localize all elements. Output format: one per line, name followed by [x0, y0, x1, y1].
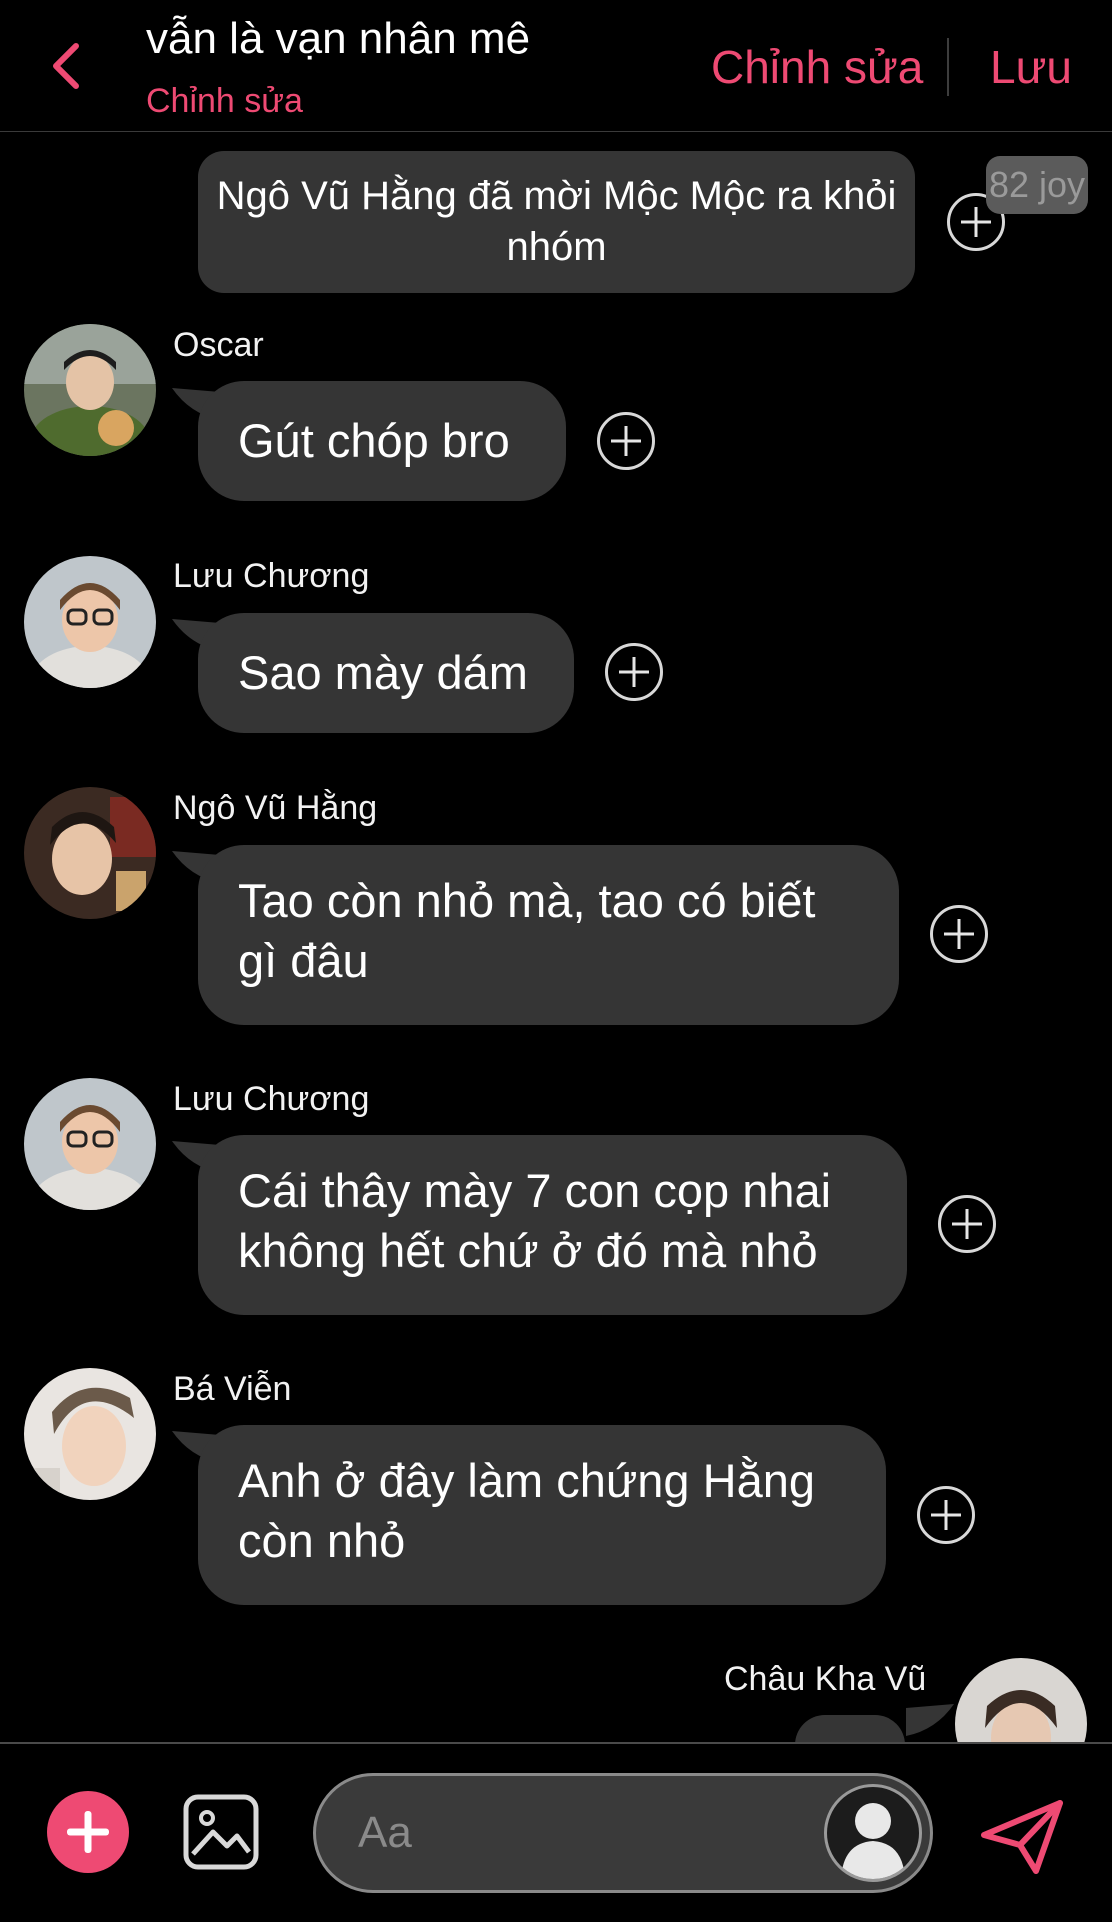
plus-circle-icon[interactable]: [930, 905, 988, 963]
avatar[interactable]: [24, 1078, 156, 1210]
message-input[interactable]: Aa: [313, 1773, 933, 1893]
message-bubble[interactable]: Anh ở đây làm chứng Hằng còn nhỏ: [198, 1425, 886, 1605]
status-badge: 82 joy: [986, 156, 1088, 214]
message-text-line: gì đâu: [238, 934, 369, 987]
add-icon[interactable]: [47, 1791, 129, 1873]
avatar[interactable]: [24, 556, 156, 688]
message-sender: Lưu Chương: [173, 557, 370, 595]
message-sender: Lưu Chương: [173, 1080, 370, 1118]
message-bubble[interactable]: Tao còn nhỏ mà, tao có biết gì đâu: [198, 845, 899, 1025]
message-placeholder: Aa: [358, 1808, 412, 1857]
back-chevron-icon[interactable]: [46, 40, 86, 92]
message-text-line: còn nhỏ: [238, 1514, 406, 1567]
avatar[interactable]: [24, 324, 156, 456]
person-icon[interactable]: [824, 1784, 922, 1882]
image-icon[interactable]: [183, 1794, 259, 1870]
avatar[interactable]: [24, 787, 156, 919]
message-text-line: Anh ở đây làm chứng Hằng: [238, 1454, 815, 1507]
composer-bar: Aa: [0, 1742, 1112, 1922]
system-message-bubble: Ngô Vũ Hằng đã mời Mộc Mộc ra khỏi nhóm: [198, 151, 915, 293]
message-sender: Bá Viễn: [173, 1370, 292, 1408]
plus-circle-icon[interactable]: [605, 643, 663, 701]
plus-circle-icon[interactable]: [597, 412, 655, 470]
avatar[interactable]: [24, 1368, 156, 1500]
message-sender: Châu Kha Vũ: [724, 1660, 927, 1698]
message-text-line: không hết chứ ở đó mà nhỏ: [238, 1224, 818, 1277]
message-text-line: Cái thây mày 7 con cọp nhai: [238, 1164, 832, 1217]
save-button[interactable]: Lưu: [990, 40, 1072, 94]
bubble-tail: [906, 1704, 954, 1736]
message-sender: Oscar: [173, 326, 264, 364]
message-text: Sao mày dám: [238, 646, 528, 699]
plus-circle-icon[interactable]: [938, 1195, 996, 1253]
message-sender: Ngô Vũ Hằng: [173, 789, 378, 827]
plus-circle-icon[interactable]: [917, 1486, 975, 1544]
system-message-text: Ngô Vũ Hằng đã mời Mộc Mộc ra khỏi nhóm: [216, 174, 897, 269]
message-text-line: Tao còn nhỏ mà, tao có biết: [238, 874, 816, 927]
chat-subtitle[interactable]: Chỉnh sửa: [146, 82, 303, 121]
chat-title[interactable]: vẫn là vạn nhân mê: [146, 14, 530, 64]
message-bubble[interactable]: Sao mày dám: [198, 613, 574, 733]
chat-header: vẫn là vạn nhân mê Chỉnh sửa Chỉnh sửa L…: [0, 0, 1112, 132]
message-bubble[interactable]: Cái thây mày 7 con cọp nhai không hết ch…: [198, 1135, 907, 1315]
message-bubble[interactable]: Gút chóp bro: [198, 381, 566, 501]
header-divider: [947, 38, 949, 96]
edit-button[interactable]: Chỉnh sửa: [711, 40, 923, 94]
send-icon[interactable]: [980, 1799, 1064, 1875]
message-text: Gút chóp bro: [238, 414, 510, 467]
